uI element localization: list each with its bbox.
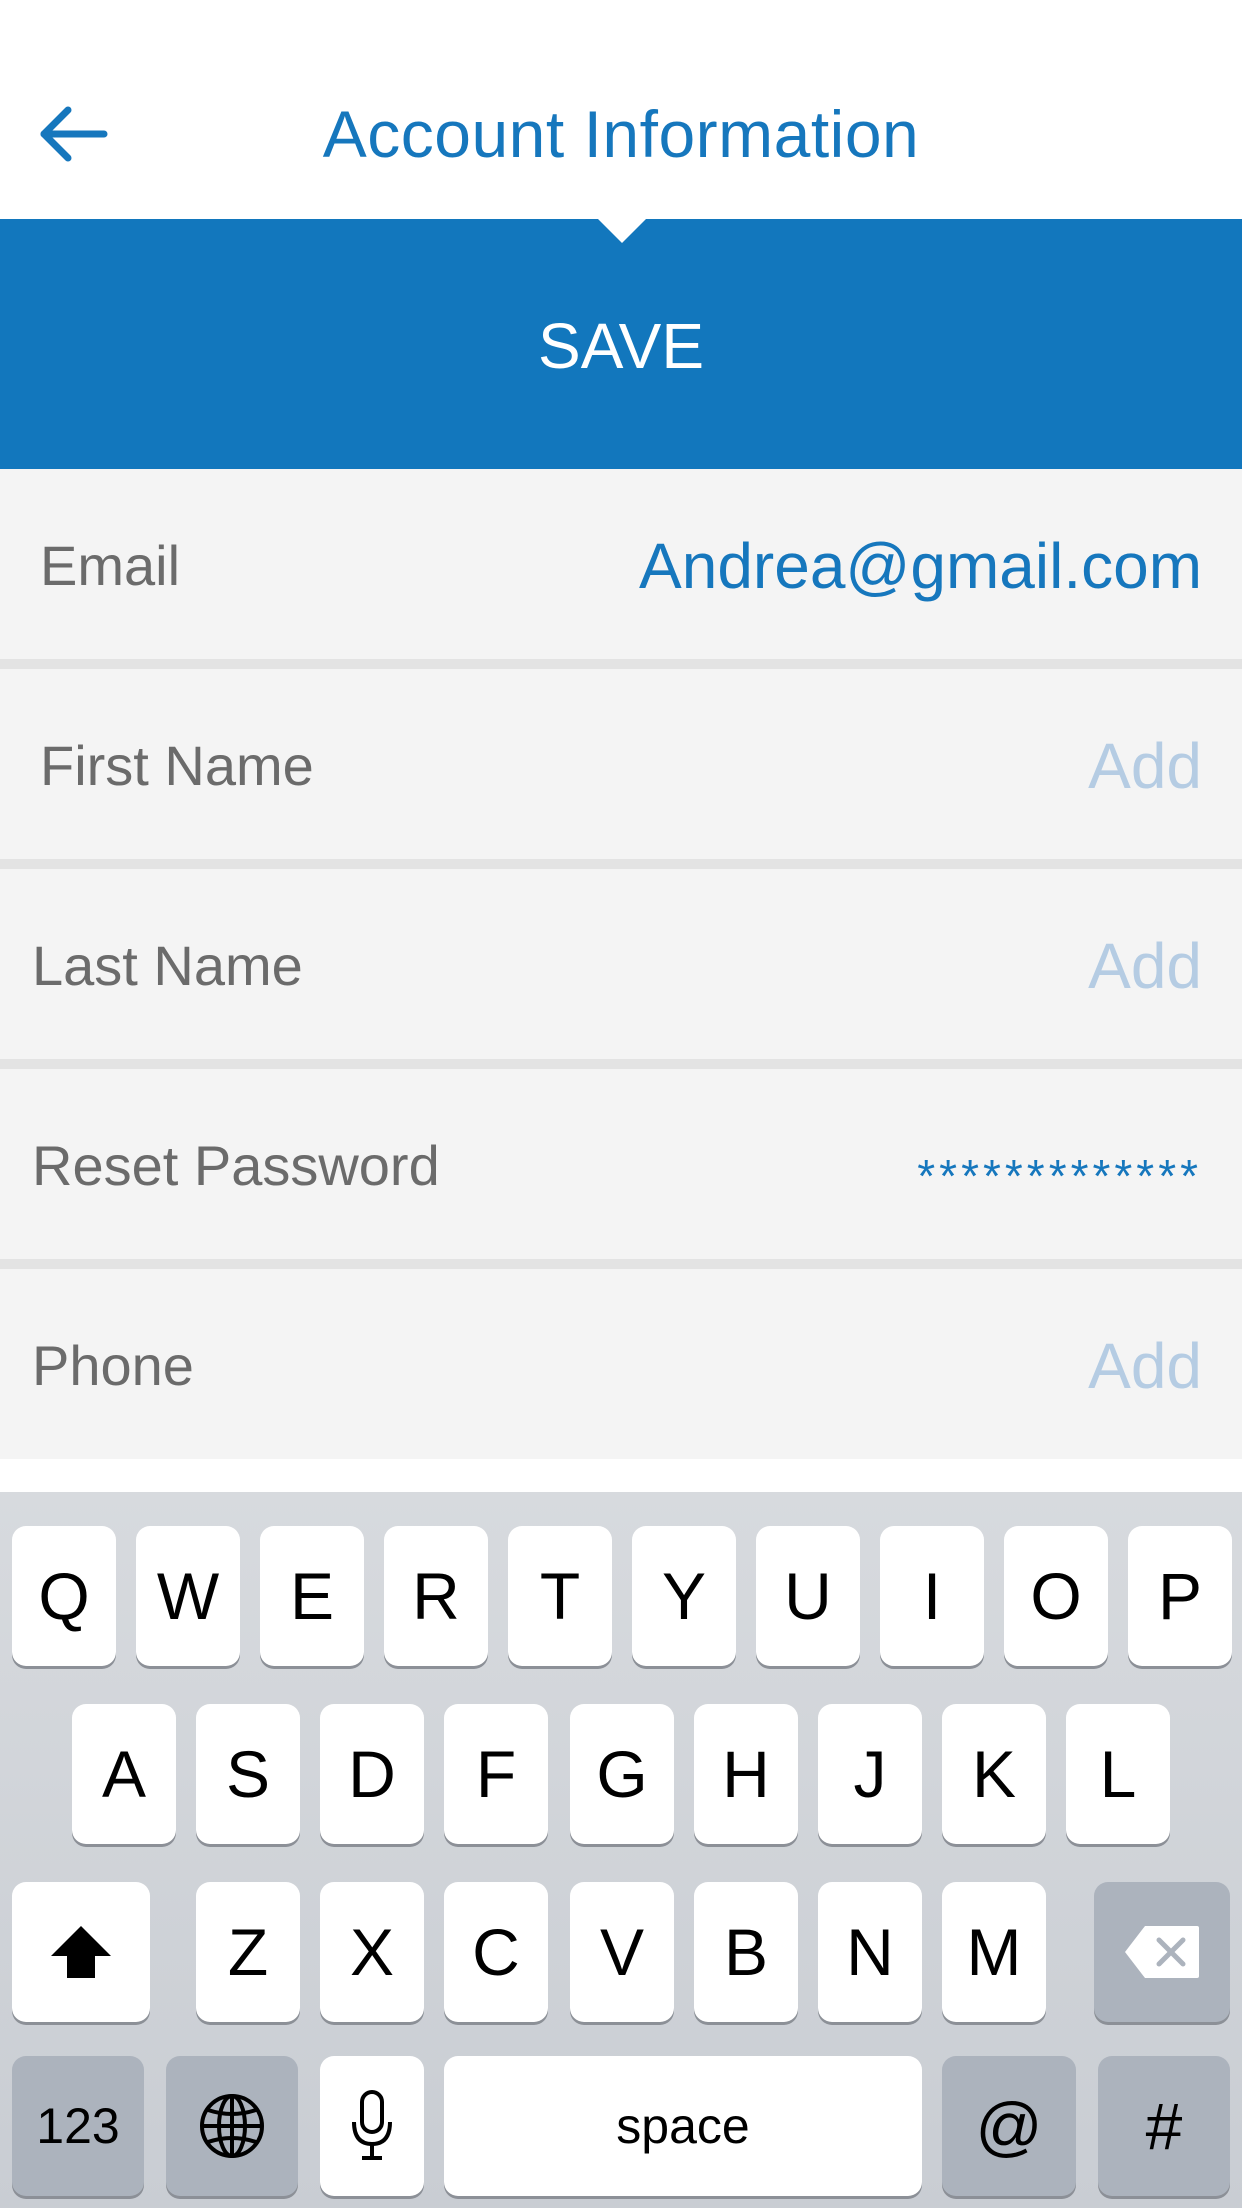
key-n[interactable]: N [818,1882,922,2022]
keyboard: Q W E R T Y U I O P A S D F G H J K L Z … [0,1492,1242,2208]
header: Account Information [0,0,1242,219]
key-o[interactable]: O [1004,1526,1108,1666]
save-label: SAVE [538,310,704,382]
key-r[interactable]: R [384,1526,488,1666]
key-s[interactable]: S [196,1704,300,1844]
at-key[interactable]: @ [942,2056,1076,2196]
key-j[interactable]: J [818,1704,922,1844]
key-p[interactable]: P [1128,1526,1232,1666]
key-t[interactable]: T [508,1526,612,1666]
key-v[interactable]: V [570,1882,674,2022]
reset-password-label: Reset Password [32,1134,440,1197]
key-z[interactable]: Z [196,1882,300,2022]
first-name-field[interactable]: Add [1088,729,1202,803]
globe-key[interactable] [166,2056,298,2196]
divider [0,659,1242,669]
key-l[interactable]: L [1066,1704,1170,1844]
divider [0,859,1242,869]
divider [0,1059,1242,1069]
key-w[interactable]: W [136,1526,240,1666]
key-g[interactable]: G [570,1704,674,1844]
email-field[interactable]: Andrea@gmail.com [639,529,1202,603]
email-row[interactable]: Email Andrea@gmail.com [0,469,1242,659]
divider [0,1259,1242,1269]
space-key[interactable]: space [444,2056,922,2196]
key-y[interactable]: Y [632,1526,736,1666]
shift-arrow-icon [51,1926,111,1978]
key-f[interactable]: F [444,1704,548,1844]
password-field[interactable]: ************* [917,1149,1202,1203]
key-u[interactable]: U [756,1526,860,1666]
key-x[interactable]: X [320,1882,424,2022]
microphone-key[interactable] [320,2056,424,2196]
key-q[interactable]: Q [12,1526,116,1666]
save-bar-notch [598,219,646,243]
key-e[interactable]: E [260,1526,364,1666]
key-m[interactable]: M [942,1882,1046,2022]
account-form: Email Andrea@gmail.com First Name Add La… [0,469,1242,1459]
key-a[interactable]: A [72,1704,176,1844]
key-b[interactable]: B [694,1882,798,2022]
phone-label: Phone [32,1334,194,1397]
microphone-icon [352,2090,392,2160]
last-name-field[interactable]: Add [1088,929,1202,1003]
key-c[interactable]: C [444,1882,548,2022]
globe-icon [200,2094,264,2158]
email-label: Email [40,534,181,597]
page-title: Account Information [322,97,920,171]
first-name-row[interactable]: First Name Add [0,669,1242,859]
reset-password-row[interactable]: Reset Password ************* [0,1069,1242,1259]
delete-key[interactable] [1094,1882,1230,2022]
key-k[interactable]: K [942,1704,1046,1844]
backspace-icon [1125,1926,1199,1978]
last-name-row[interactable]: Last Name Add [0,869,1242,1059]
first-name-label: First Name [40,734,314,797]
phone-field[interactable]: Add [1088,1329,1202,1403]
last-name-label: Last Name [32,934,303,997]
key-h[interactable]: H [694,1704,798,1844]
shift-key[interactable] [12,1882,150,2022]
phone-row[interactable]: Phone Add [0,1269,1242,1459]
key-d[interactable]: D [320,1704,424,1844]
key-i[interactable]: I [880,1526,984,1666]
numbers-key[interactable]: 123 [12,2056,144,2196]
hash-key[interactable]: # [1098,2056,1230,2196]
